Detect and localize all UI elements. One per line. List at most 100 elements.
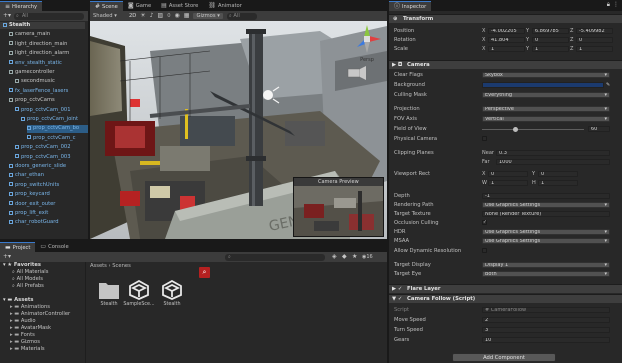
lock-icon[interactable]: 🔒︎	[607, 2, 610, 8]
gizmos-dropdown[interactable]: Gizmos ▾	[193, 13, 223, 19]
target-display-dropdown[interactable]: Display 1	[482, 262, 610, 269]
gears-field[interactable]: 10	[482, 337, 610, 344]
shading-dropdown[interactable]: Shaded ▾	[93, 13, 125, 19]
filter-type-icon[interactable]: ◈	[332, 254, 337, 260]
rotation-z-field[interactable]: 0	[576, 37, 613, 44]
clear-flags-dropdown[interactable]: Skybox	[482, 72, 610, 79]
tab-scene[interactable]: # Scene	[90, 1, 123, 11]
tab-inspector[interactable]: ⓘ Inspector	[389, 1, 432, 11]
tab-console[interactable]: ▭ Console	[35, 242, 73, 252]
viewport-y-field[interactable]: 0	[538, 171, 578, 178]
hierarchy-item[interactable]: prop_cctvCam_003	[15, 154, 71, 161]
hierarchy-item[interactable]: prop_cctvCam_c	[27, 135, 75, 142]
position-z-field[interactable]: -5.409982	[576, 28, 613, 35]
rotation-x-field[interactable]: 41.804	[488, 37, 525, 44]
hierarchy-item[interactable]: door_exit_outer	[9, 201, 55, 208]
hierarchy-item[interactable]: prop_switchUnits	[9, 182, 59, 189]
gizmo-search-input[interactable]: ⌕ All	[226, 12, 257, 20]
turn-speed-field[interactable]: 3	[482, 327, 610, 334]
search-icon[interactable]: ⌕	[199, 267, 210, 278]
hierarchy-item[interactable]: env_stealth_static	[9, 60, 62, 67]
far-field[interactable]: 1000	[496, 159, 610, 166]
hierarchy-item[interactable]: prop_cctvCam_bo	[27, 125, 88, 133]
favorite-icon[interactable]: ★	[352, 254, 357, 260]
near-field[interactable]: 0.3	[496, 150, 610, 157]
hierarchy-search-input[interactable]: ⌕ All	[14, 12, 84, 20]
visibility-icon[interactable]: ◉	[175, 13, 180, 19]
2d-toggle[interactable]: 2D	[129, 13, 136, 19]
effects-toggle-icon[interactable]: ▨	[158, 13, 164, 19]
asset-stealth-folder[interactable]: Stealth	[92, 280, 126, 307]
menu-icon[interactable]: ⋮	[613, 2, 619, 8]
project-search-input[interactable]: ⌕	[225, 253, 325, 261]
audio-toggle-icon[interactable]: ♪	[150, 13, 154, 19]
dynamic-resolution-checkbox[interactable]	[482, 248, 487, 253]
hierarchy-item[interactable]: prop_keycard	[9, 191, 50, 198]
depth-field[interactable]: -1	[482, 193, 610, 200]
add-icon[interactable]: +▾	[3, 13, 11, 19]
rendering-path-dropdown[interactable]: Use Graphics Settings	[482, 202, 610, 209]
scale-y-field[interactable]: 1	[532, 46, 569, 53]
target-eye-dropdown[interactable]: Both	[482, 271, 610, 278]
rotation-y-field[interactable]: 0	[532, 37, 569, 44]
hierarchy-item[interactable]: char_robotGuard	[9, 219, 59, 226]
hierarchy-item[interactable]: light_direction_alarm	[9, 50, 69, 57]
project-folder[interactable]: ▸ ▬ Materials	[10, 346, 45, 353]
hierarchy-item[interactable]: prop_cctvCam_joint	[21, 116, 78, 123]
hdr-dropdown[interactable]: Use Graphics Settings	[482, 229, 610, 236]
hierarchy-item[interactable]: prop_cctvCams	[9, 97, 55, 104]
tab-hierarchy[interactable]: ≡ Hierarchy	[0, 1, 43, 11]
grid-icon[interactable]: ▦	[184, 13, 190, 19]
camera-header[interactable]: ▶ ◘ Camera	[389, 60, 622, 69]
fov-axis-dropdown[interactable]: Vertical	[482, 116, 610, 123]
scale-z-field[interactable]: 1	[576, 46, 613, 53]
hierarchy-item[interactable]: prop_cctvCam_001	[15, 107, 71, 114]
hierarchy-item[interactable]: prop_cctvCam_002	[15, 144, 71, 151]
hidden-count-icon[interactable]: ◉16	[362, 254, 373, 260]
breadcrumb-scenes[interactable]: Scenes	[112, 263, 131, 269]
culling-mask-dropdown[interactable]: Everything	[482, 92, 610, 99]
background-color-field[interactable]	[482, 82, 604, 89]
occlusion-culling-checkbox[interactable]: ✓	[482, 220, 487, 225]
favorite-item[interactable]: ⌕ All Prefabs	[12, 283, 44, 290]
eyedropper-icon[interactable]: ✎	[606, 82, 610, 88]
fov-value-field[interactable]: 60	[588, 126, 610, 133]
projection-dropdown[interactable]: Perspective	[482, 106, 610, 113]
tab-project[interactable]: ▬ Project	[0, 242, 36, 252]
hierarchy-item[interactable]: char_ethan	[9, 172, 44, 179]
tab-animator[interactable]: ⛓ Animator	[203, 1, 246, 11]
scene-viewport[interactable]: GENERATION Persp Camera Preview	[90, 21, 387, 239]
script-field[interactable]: # CameraFollow	[482, 307, 610, 314]
viewport-h-field[interactable]: 1	[538, 180, 578, 187]
breadcrumb-assets[interactable]: Assets	[90, 263, 107, 269]
hierarchy-item[interactable]: secondmusic	[15, 78, 55, 85]
move-speed-field[interactable]: 2	[482, 317, 610, 324]
msaa-dropdown[interactable]: Use Graphics Settings	[482, 238, 610, 245]
asset-stealth-scene[interactable]: Stealth	[155, 279, 189, 307]
viewport-x-field[interactable]: 0	[488, 171, 528, 178]
fov-slider-handle[interactable]	[513, 126, 519, 132]
hierarchy-item[interactable]: doors_generic_slide	[9, 163, 66, 170]
hierarchy-item[interactable]: camera_main	[9, 31, 50, 38]
light-toggle-icon[interactable]: ☀	[140, 13, 145, 19]
add-component-button[interactable]: Add Component	[452, 353, 556, 362]
scene-root[interactable]: Stealth	[0, 22, 85, 30]
scale-x-field[interactable]: 1	[488, 46, 525, 53]
tab-game[interactable]: ◙ Game	[123, 1, 156, 11]
position-y-field[interactable]: 6.869785	[532, 28, 569, 35]
hierarchy-item[interactable]: fx_laserFence_lasers	[9, 88, 68, 95]
tab-asset-store[interactable]: ▤ Asset Store	[156, 1, 203, 11]
orientation-gizmo[interactable]: Persp	[351, 23, 383, 63]
position-x-field[interactable]: -4.002205	[488, 28, 525, 35]
add-icon[interactable]: +▾	[3, 254, 11, 260]
hierarchy-item[interactable]: prop_lift_exit	[9, 210, 48, 217]
hierarchy-item[interactable]: gamecontroller	[9, 69, 54, 76]
hierarchy-item[interactable]: light_direction_main	[9, 41, 67, 48]
persp-label[interactable]: Persp	[351, 57, 383, 63]
camera-follow-header[interactable]: ▼ ✓ Camera Follow (Script)	[389, 294, 622, 303]
filter-label-icon[interactable]: ◆	[342, 254, 347, 260]
viewport-w-field[interactable]: 1	[488, 180, 528, 187]
target-texture-field[interactable]: None (Render Texture)	[482, 211, 610, 218]
asset-samplescene[interactable]: SampleSce...	[122, 279, 156, 307]
transform-header[interactable]: ⊕ Transform	[389, 14, 622, 23]
